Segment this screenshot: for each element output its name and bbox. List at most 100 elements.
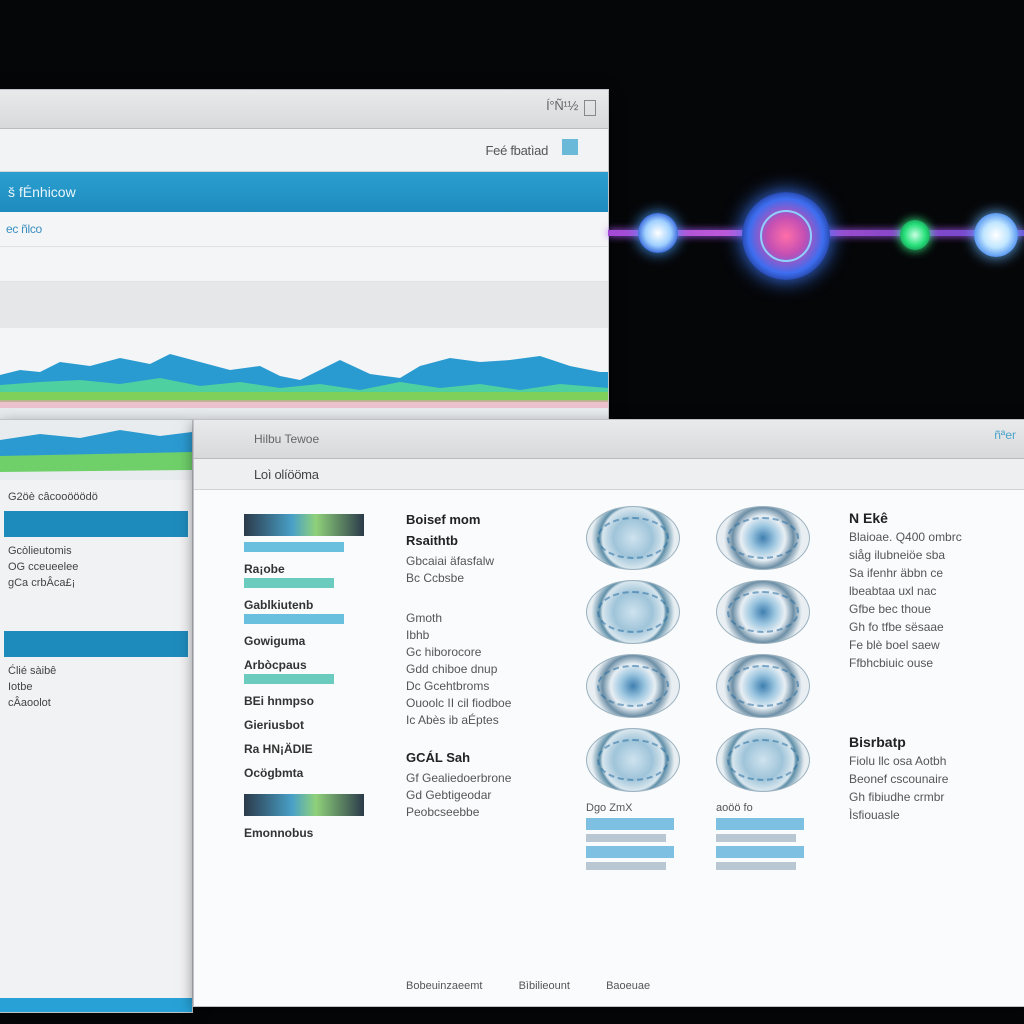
left-line[interactable]: OG cceueelee — [4, 559, 188, 575]
landscape-image — [0, 340, 608, 420]
back-window-title: Í°Ñ¹½ — [546, 98, 578, 113]
details-column: N Ekê Blaioae. Q400 ombrc siåg ilubneiöe… — [849, 510, 1024, 826]
description-heading: Boisef mom — [406, 512, 481, 527]
back-window-row[interactable] — [0, 247, 608, 282]
description-line: Gf Gealiedoerbrone — [406, 771, 512, 785]
main-window[interactable]: Hilbu Tewoe ñªer Loì olíööma Ra¡obe Gabl… — [194, 420, 1024, 1006]
bottom-label[interactable]: Bobeuinzaeemt — [406, 980, 482, 992]
product-thumbnail[interactable] — [244, 514, 364, 536]
left-blue-bar — [4, 511, 188, 537]
main-window-tabs[interactable]: Loì olíööma — [194, 459, 1024, 490]
left-line[interactable]: Iotbe — [4, 679, 188, 695]
device-tag — [716, 818, 804, 830]
left-blue-bar — [4, 631, 188, 657]
main-window-title-right: ñªer — [994, 428, 1016, 442]
device-image[interactable] — [716, 654, 810, 718]
details-line: Ìsfiouasle — [849, 808, 900, 822]
main-content: Ra¡obe Gablkiutenb Gowiguma Arbòcpaus BE… — [194, 490, 1024, 1006]
left-line[interactable]: cÂaoolot — [4, 695, 188, 711]
device-label: Dgo ZmX — [586, 802, 633, 814]
description-line: Gd Gebtigeodar — [406, 788, 492, 802]
main-window-titlebar[interactable]: Hilbu Tewoe ñªer — [194, 420, 1024, 459]
device-image[interactable] — [586, 728, 680, 792]
bottom-label[interactable]: Baoeuae — [606, 980, 650, 992]
back-window-panel — [0, 282, 608, 328]
toolbar-text: Feé fbatìad — [485, 143, 549, 158]
left-line: G2öè câcooööödö — [8, 491, 98, 503]
device-image[interactable] — [586, 654, 680, 718]
back-window-row[interactable]: ec ñlco — [0, 212, 608, 247]
product-item[interactable]: Ocögbmta — [244, 766, 364, 780]
left-line[interactable]: Ćlié sàibê — [4, 663, 188, 679]
device-line — [716, 862, 796, 870]
tab-label[interactable]: Loì olíööma — [254, 467, 319, 482]
back-window-header-bar: š fÉnhicow — [0, 172, 608, 212]
bottom-label[interactable]: Bìbilieount — [519, 980, 570, 992]
device-line — [586, 834, 666, 842]
description-line: Ibhb — [406, 628, 430, 642]
details-heading: Bisrbatp — [849, 734, 906, 750]
orb-ring — [760, 210, 812, 262]
left-line[interactable]: Gcòlieutomis — [4, 543, 188, 559]
bottom-labels: Bobeuinzaeemt Bìbilieount Baoeuae — [406, 980, 650, 992]
left-line[interactable]: gCa crbÂca£¡ — [4, 575, 188, 591]
white-orb-icon[interactable] — [974, 213, 1018, 257]
device-label: aoöö fo — [716, 802, 753, 814]
device-image[interactable] — [716, 506, 810, 570]
left-window-image — [0, 420, 192, 480]
green-orb-icon[interactable] — [900, 220, 930, 250]
description-line: Ic Abès ib aÉptes — [406, 713, 499, 727]
details-line: lbeabtaa uxl nac — [849, 584, 937, 598]
main-orb-icon[interactable] — [742, 192, 830, 280]
details-line: Fe blè boel saew — [849, 638, 940, 652]
details-line: Gh fo tfbe sësaae — [849, 620, 944, 634]
media-timeline[interactable] — [608, 180, 1024, 290]
product-tag — [244, 578, 334, 588]
product-item[interactable]: Gowiguma — [244, 634, 364, 648]
product-tag — [244, 614, 344, 624]
device-tag — [586, 846, 674, 858]
left-window-footer-bar — [0, 998, 192, 1012]
device-image[interactable] — [586, 580, 680, 644]
device-image[interactable] — [716, 580, 810, 644]
details-line: Sa ifenhr äbbn ce — [849, 566, 944, 580]
description-line: Gdd chiboe dnup — [406, 662, 498, 676]
product-item[interactable]: Ra HN¡ÄDIE — [244, 742, 364, 756]
product-tag — [244, 542, 344, 552]
device-tag — [586, 818, 674, 830]
description-column: Boisef mom Rsaithtb Gbcaiai äfasfalw Bc … — [406, 512, 556, 822]
window-control-icon[interactable] — [584, 100, 596, 116]
details-line: Blaioae. Q400 ombrc — [849, 530, 962, 544]
back-window-toolbar: Feé fbatìad — [0, 129, 608, 172]
details-line: Gh fibiudhe crmbr — [849, 790, 945, 804]
details-line: Beonef cscounaire — [849, 772, 949, 786]
back-window-titlebar[interactable]: Í°Ñ¹½ — [0, 90, 608, 129]
details-heading: N Ekê — [849, 510, 888, 526]
product-item[interactable]: BEi hnmpso — [244, 694, 364, 708]
device-image[interactable] — [716, 728, 810, 792]
description-line: Gmoth — [406, 611, 443, 625]
left-window[interactable]: G2öè câcooööödö Gcòlieutomis OG cceueele… — [0, 420, 192, 1012]
product-item[interactable]: Ra¡obe — [244, 562, 364, 576]
blue-orb-icon[interactable] — [638, 213, 678, 253]
toolbar-icon[interactable] — [562, 139, 578, 155]
description-line: Ouoolc II cil fiodboe — [406, 696, 512, 710]
details-line: Fiolu llc osa Aotbh — [849, 754, 947, 768]
device-tag — [716, 846, 804, 858]
left-window-section: G2öè câcooööödö Gcòlieutomis OG cceueele… — [0, 485, 192, 715]
device-line — [716, 834, 796, 842]
product-list: Ra¡obe Gablkiutenb Gowiguma Arbòcpaus BE… — [244, 508, 364, 842]
details-line: Ffbhcbiuic ouse — [849, 656, 934, 670]
description-subheading: Rsaithtb — [406, 533, 458, 548]
description-line: Gc hiborocore — [406, 645, 482, 659]
product-tag — [244, 674, 334, 684]
back-window[interactable]: Í°Ñ¹½ Feé fbatìad š fÉnhicow ec ñlco — [0, 90, 608, 420]
product-item[interactable]: Arbòcpaus — [244, 658, 364, 672]
product-thumbnail[interactable] — [244, 794, 364, 816]
product-item[interactable]: Gieriusbot — [244, 718, 364, 732]
device-image[interactable] — [586, 506, 680, 570]
product-item[interactable]: Emonnobus — [244, 826, 364, 840]
product-item[interactable]: Gablkiutenb — [244, 598, 364, 612]
row-text: ec ñlco — [6, 222, 42, 236]
device-column-a: Dgo ZmX — [586, 506, 686, 874]
